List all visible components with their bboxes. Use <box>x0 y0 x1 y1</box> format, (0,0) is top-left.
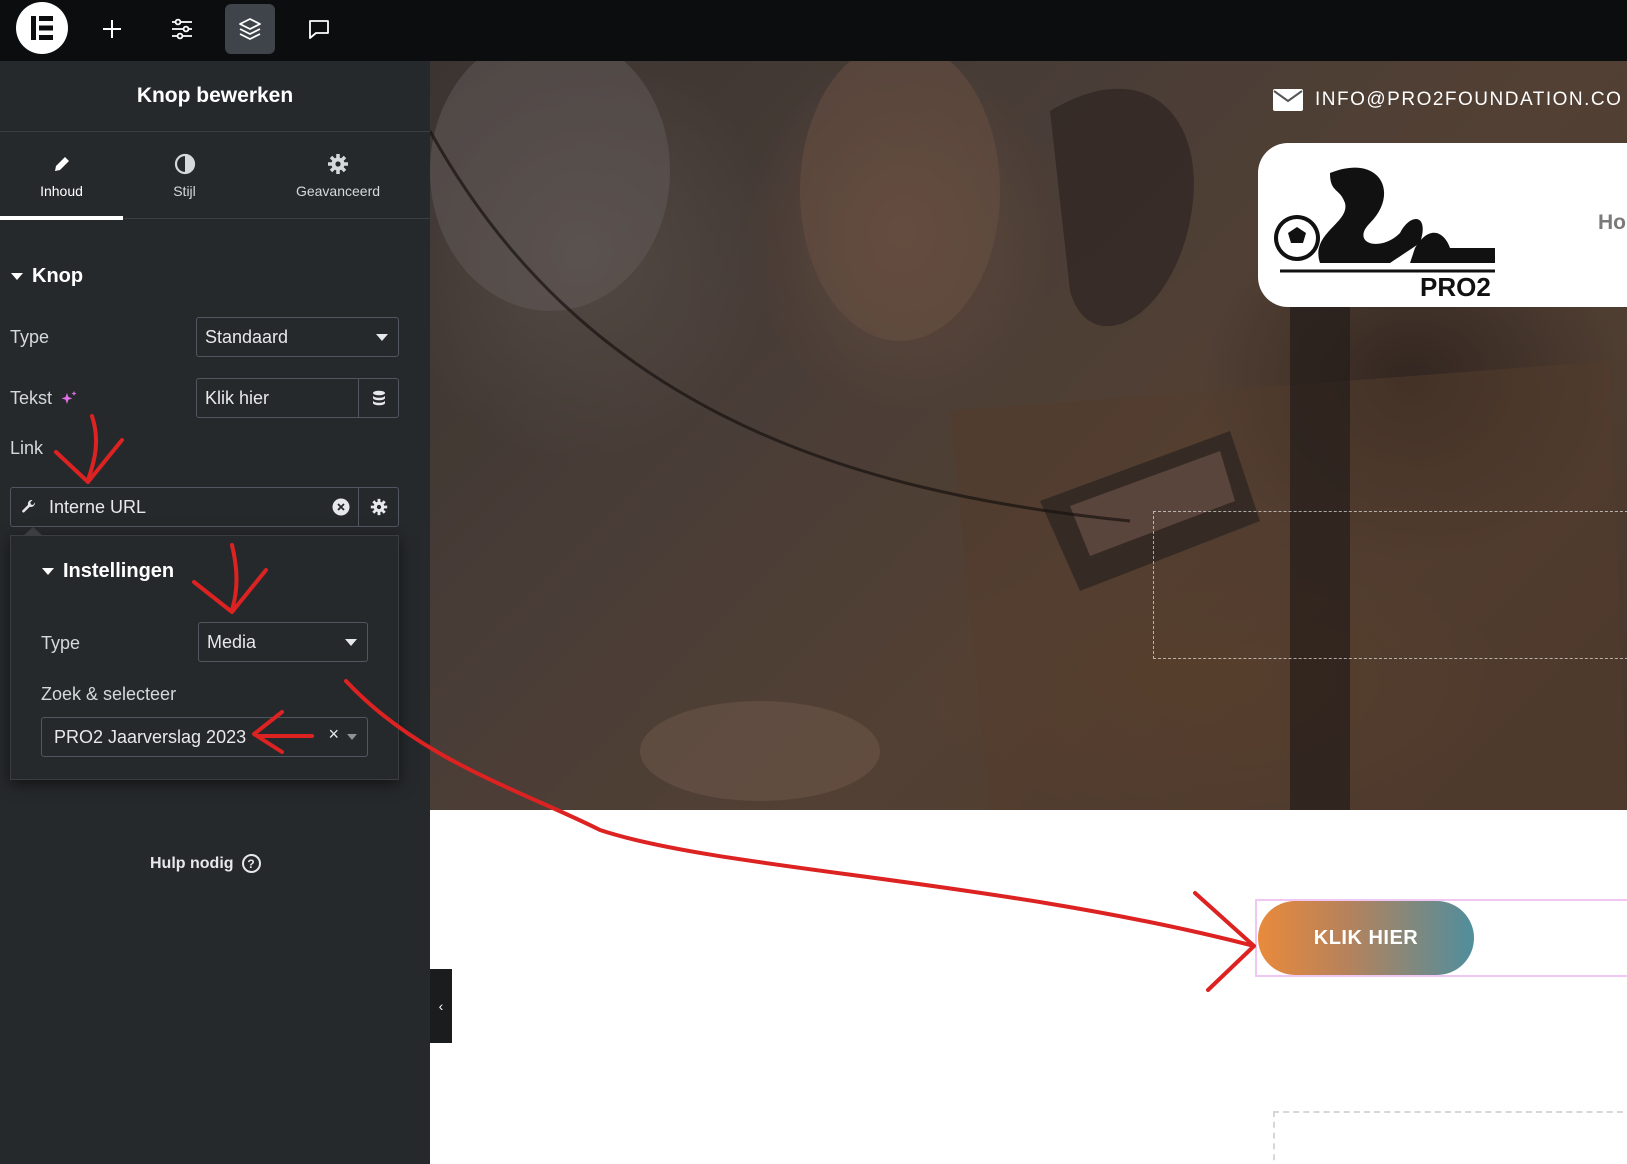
envelope-icon <box>1273 89 1303 111</box>
chevron-left-icon: ‹ <box>438 998 444 1014</box>
chevron-down-icon <box>345 639 357 646</box>
chat-icon <box>309 20 329 39</box>
link-input[interactable]: Interne URL <box>10 487 399 527</box>
type-label: Type <box>10 327 50 347</box>
gear-icon <box>370 498 387 516</box>
question-icon: ? <box>241 854 261 873</box>
add-element-button[interactable] <box>87 4 137 54</box>
gear-icon <box>328 154 348 174</box>
empty-section-outline <box>1273 1111 1627 1164</box>
contact-email[interactable]: INFO@PRO2FOUNDATION.CO <box>1273 89 1622 111</box>
section-title: Knop <box>32 265 84 287</box>
text-input-value: Klik hier <box>205 387 270 408</box>
ai-sparkle-icon[interactable] <box>60 390 78 408</box>
tab-label: Inhoud <box>40 183 83 199</box>
tab-stijl[interactable]: Stijl <box>123 133 246 219</box>
editor-panel: Knop bewerken Inhoud Stijl Geavanceerd K… <box>0 61 430 1164</box>
wrench-icon <box>22 499 36 513</box>
popover-section-header[interactable]: Instellingen <box>42 560 174 583</box>
popover-type-label: Type <box>41 633 81 653</box>
text-label: Tekst <box>10 388 53 408</box>
caret-down-icon <box>11 273 23 280</box>
top-toolbar <box>0 0 1627 61</box>
logo-text: PRO2 <box>1420 272 1491 302</box>
klik-hier-button[interactable]: KLIK HIER <box>1258 901 1474 975</box>
nav-item-partial[interactable]: Ho <box>1598 211 1626 235</box>
elementor-logo-icon[interactable] <box>16 2 68 54</box>
search-label: Zoek & selecteer <box>41 684 177 704</box>
pro2-logo[interactable]: PRO2 <box>1270 153 1510 303</box>
dynamic-tags-button[interactable] <box>358 379 398 417</box>
media-search-select[interactable]: PRO2 Jaarverslag 2023 × <box>41 717 368 757</box>
header-logo-card: PRO2 Ho <box>1258 143 1627 307</box>
caret-down-icon <box>42 568 54 575</box>
link-input-value: Interne URL <box>49 496 147 517</box>
help-text: Hulp nodig <box>150 854 234 872</box>
popover-type-value: Media <box>207 631 257 652</box>
text-label-row: Tekst <box>10 388 78 409</box>
tab-label: Stijl <box>173 183 196 199</box>
structure-button[interactable] <box>225 4 275 54</box>
layers-icon <box>239 18 261 40</box>
chevron-down-icon <box>347 734 357 740</box>
tab-label: Geavanceerd <box>295 183 381 199</box>
media-search-value: PRO2 Jaarverslag 2023 <box>54 726 247 747</box>
half-circle-icon <box>174 153 195 175</box>
sliders-icon <box>172 18 192 40</box>
popover-type-select[interactable]: Media <box>198 622 368 662</box>
tab-inhoud[interactable]: Inhoud <box>0 133 123 220</box>
collapse-panel-button[interactable]: ‹ <box>430 969 452 1043</box>
panel-title: Knop bewerken <box>0 61 430 132</box>
panel-tabs: Inhoud Stijl Geavanceerd <box>0 133 430 220</box>
empty-container-outline <box>1153 511 1627 659</box>
link-settings-popover: Instellingen Type Media Zoek & selecteer… <box>10 527 399 780</box>
comments-button[interactable] <box>294 4 344 54</box>
text-input[interactable]: Klik hier <box>196 378 399 418</box>
plus-icon <box>103 20 121 38</box>
chevron-down-icon <box>376 334 388 341</box>
hero-section: INFO@PRO2FOUNDATION.CO PRO2 Ho <box>430 61 1627 810</box>
help-link[interactable]: Hulp nodig ? <box>150 854 261 873</box>
type-select[interactable]: Standaard <box>196 317 399 357</box>
section-knop-header[interactable]: Knop <box>11 265 83 288</box>
site-settings-button[interactable] <box>157 4 207 54</box>
clear-circle-icon[interactable] <box>332 498 350 516</box>
pencil-icon <box>54 157 69 171</box>
popover-title: Instellingen <box>63 560 175 582</box>
database-icon <box>372 390 385 406</box>
email-text: INFO@PRO2FOUNDATION.CO <box>1315 89 1623 110</box>
tab-geavanceerd[interactable]: Geavanceerd <box>246 133 430 219</box>
link-options-button[interactable] <box>358 488 398 526</box>
clear-selection-icon[interactable]: × <box>328 724 339 745</box>
link-label: Link <box>10 438 44 458</box>
type-select-value: Standaard <box>205 326 289 347</box>
